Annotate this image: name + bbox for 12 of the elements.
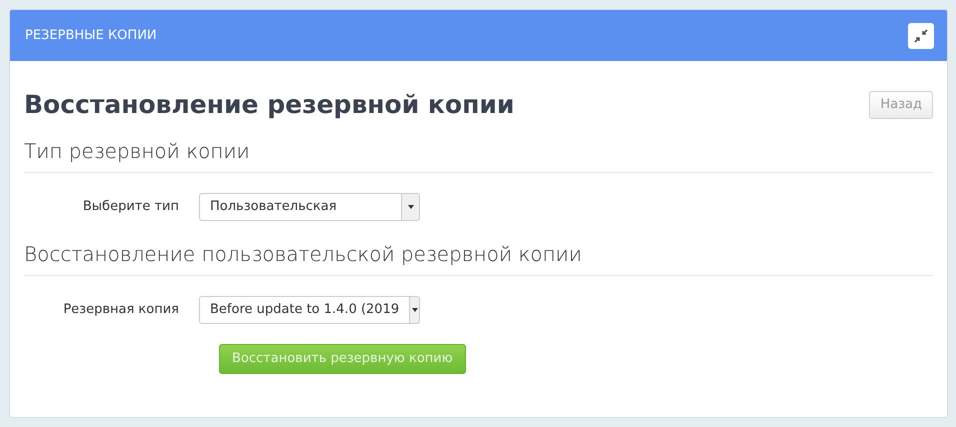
section-title: Тип резервной копии bbox=[24, 136, 933, 172]
select-field[interactable]: Пользовательская bbox=[199, 192, 420, 220]
page-heading: Восстановление резервной копии bbox=[24, 89, 514, 121]
dropdown-arrow-icon bbox=[412, 308, 418, 312]
section-title: Восстановление пользовательской резервной копии bbox=[24, 238, 933, 276]
select-field[interactable]: Before update to 1.4.0 (2019 bbox=[199, 296, 420, 324]
field-label: Выберите тип bbox=[82, 198, 180, 216]
field-label: Резервная копия bbox=[62, 300, 180, 319]
panel-title: РЕЗЕРВНЫЕ КОПИИ bbox=[25, 26, 157, 45]
collapse-icon bbox=[914, 28, 928, 42]
dropdown-arrow-icon bbox=[408, 204, 414, 208]
collapse-button[interactable] bbox=[908, 22, 934, 48]
